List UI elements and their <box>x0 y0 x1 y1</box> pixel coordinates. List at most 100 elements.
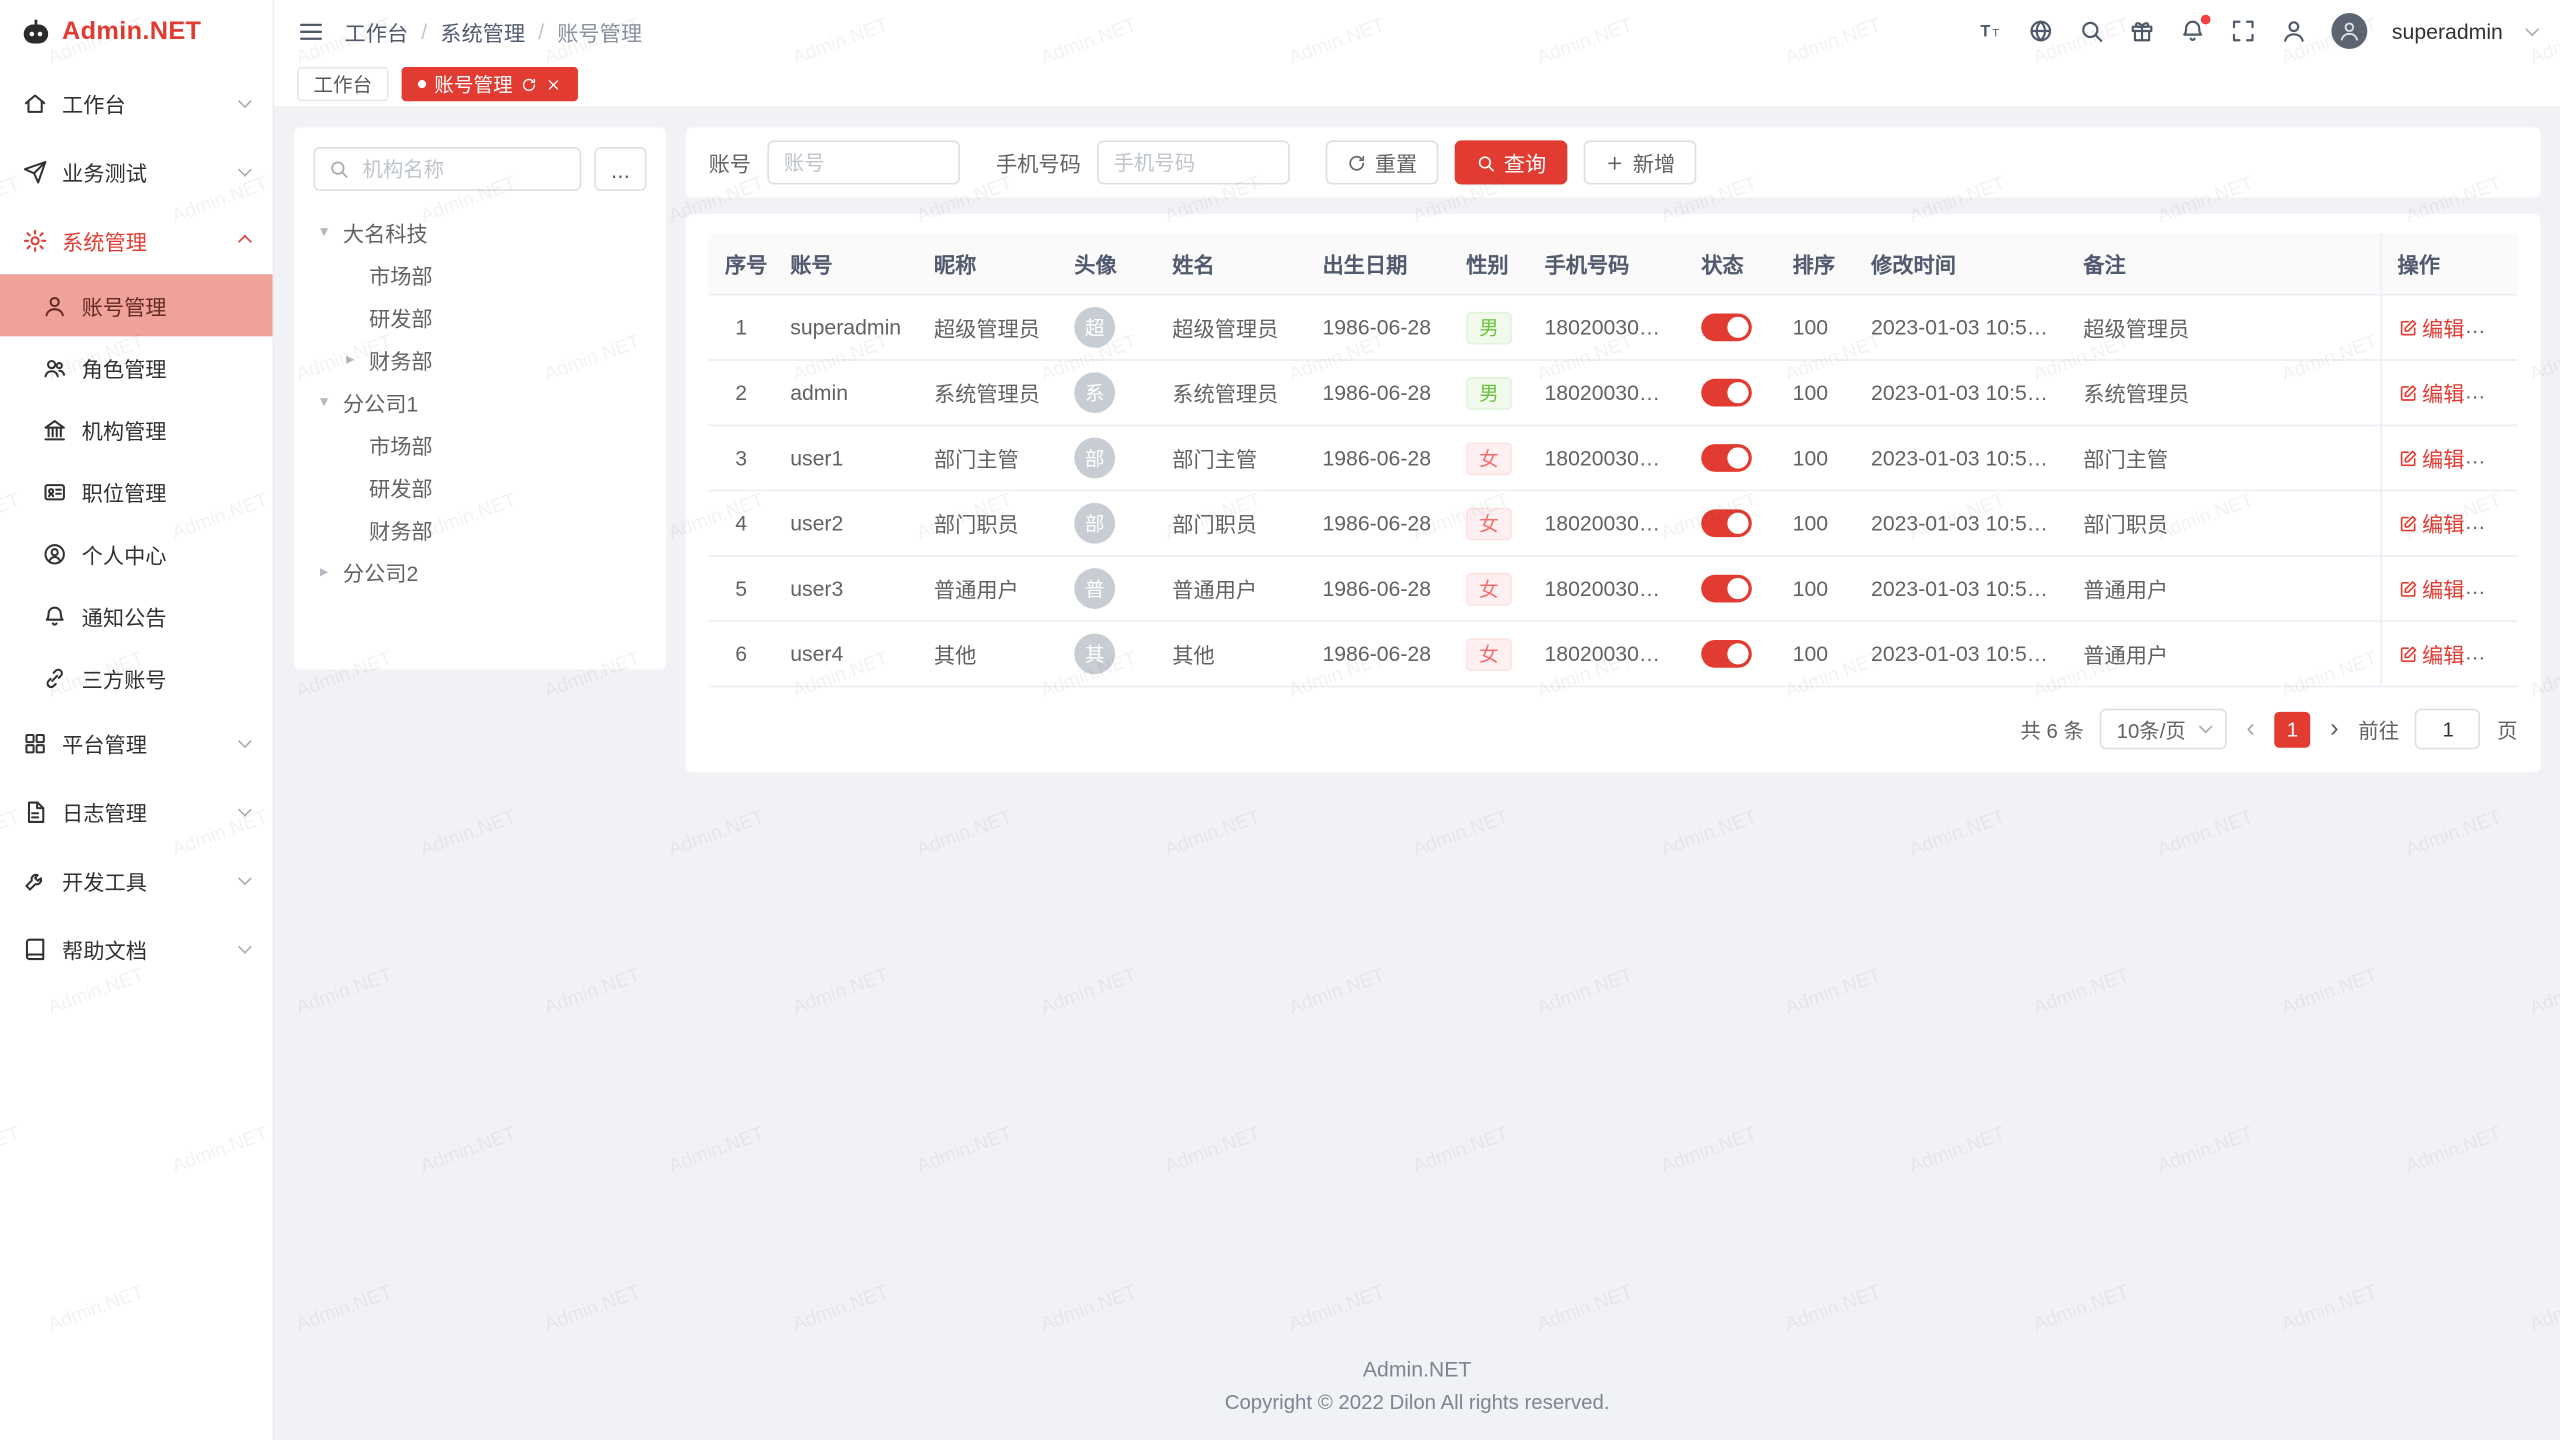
status-toggle[interactable] <box>1701 314 1752 342</box>
sidebar-item-profile[interactable]: 个人中心 <box>0 522 273 584</box>
submenu-system: 账号管理角色管理机构管理职位管理个人中心通知公告三方账号 <box>0 274 273 708</box>
status-toggle[interactable] <box>1701 575 1752 603</box>
cell-index: 4 <box>709 491 774 556</box>
status-toggle[interactable] <box>1701 640 1752 668</box>
edit-button[interactable]: 编辑 <box>2398 638 2465 669</box>
page-size-select[interactable]: 10条/页 <box>2100 709 2226 750</box>
sidebar-item-notice[interactable]: 通知公告 <box>0 584 273 646</box>
status-toggle[interactable] <box>1701 379 1752 407</box>
tree-node-label: 市场部 <box>369 259 433 290</box>
search-icon <box>328 158 349 179</box>
cell-name: 部门主管 <box>1156 425 1306 490</box>
page-number-1[interactable]: 1 <box>2275 711 2311 747</box>
top-header: 工作台/系统管理/账号管理 TT superadmin <box>274 0 2560 62</box>
org-more-button[interactable]: ... <box>594 147 646 191</box>
gender-tag: 男 <box>1466 311 1512 344</box>
tree-node[interactable]: 市场部 <box>313 423 646 465</box>
edit-button[interactable]: 编辑 <box>2398 442 2465 473</box>
phone-input[interactable] <box>1097 140 1290 184</box>
status-toggle[interactable] <box>1701 444 1752 472</box>
status-toggle[interactable] <box>1701 509 1752 537</box>
org-search-input[interactable] <box>359 156 566 182</box>
edit-button[interactable]: 编辑 <box>2398 312 2465 343</box>
org-search-box <box>313 147 581 191</box>
sidebar-item-role[interactable]: 角色管理 <box>0 336 273 398</box>
plus-icon <box>1605 153 1625 173</box>
sidebar-item-log[interactable]: 日志管理 <box>0 777 273 846</box>
font-size-icon[interactable]: TT <box>1977 18 2003 44</box>
user-avatar[interactable] <box>2332 13 2368 49</box>
tree-node[interactable]: 市场部 <box>313 253 646 295</box>
refresh-icon[interactable] <box>521 76 537 92</box>
add-button[interactable]: 新增 <box>1584 140 1697 184</box>
chevron-down-icon[interactable] <box>2525 22 2539 36</box>
caret-down-icon[interactable]: ▾ <box>320 393 343 411</box>
sidebar-item-help[interactable]: 帮助文档 <box>0 914 273 983</box>
cell-gender: 男 <box>1450 360 1528 425</box>
tree-node[interactable]: 研发部 <box>313 296 646 338</box>
caret-right-icon[interactable]: ▸ <box>346 350 369 368</box>
sidebar-item-business-test[interactable]: 业务测试 <box>0 137 273 206</box>
sidebar-item-workbench[interactable]: 工作台 <box>0 69 273 138</box>
tree-node[interactable]: ▾大名科技 <box>313 211 646 253</box>
sidebar-item-platform[interactable]: 平台管理 <box>0 709 273 778</box>
accounts-table: 序号账号昵称头像姓名出生日期性别手机号码状态排序修改时间备注操作 1supera… <box>709 233 2518 687</box>
sidebar-item-devtools[interactable]: 开发工具 <box>0 846 273 915</box>
reset-button[interactable]: 重置 <box>1326 140 1439 184</box>
tree-node[interactable]: ▸财务部 <box>313 338 646 380</box>
cell-avatar: 普 <box>1058 556 1156 621</box>
theme-icon[interactable] <box>2129 18 2155 44</box>
query-button[interactable]: 查询 <box>1455 140 1568 184</box>
bank-icon <box>42 417 66 441</box>
tree-node[interactable]: 财务部 <box>313 508 646 550</box>
cell-status <box>1685 295 1776 360</box>
gear-icon <box>23 228 47 252</box>
user-icon[interactable] <box>2281 18 2307 44</box>
caret-right-icon[interactable]: ▸ <box>320 562 343 580</box>
cell-remark: 普通用户 <box>2067 556 2380 621</box>
tree-node[interactable]: 研发部 <box>313 465 646 507</box>
sidebar-item-account[interactable]: 账号管理 <box>0 274 273 336</box>
notification-bell-icon[interactable] <box>2180 18 2206 44</box>
tab-2[interactable]: 账号管理 <box>402 67 578 101</box>
sidebar-item-third-account[interactable]: 三方账号 <box>0 647 273 709</box>
column-header-13: 操作 <box>2380 233 2517 294</box>
cell-account: user4 <box>774 621 918 686</box>
breadcrumb-item[interactable]: 工作台 <box>344 16 408 47</box>
tree-node-label: 研发部 <box>369 471 433 502</box>
cell-order: 100 <box>1776 295 1854 360</box>
sidebar-item-system[interactable]: 系统管理 <box>0 206 273 275</box>
pagination: 共 6 条 10条/页 ‹ 1 › 前往 页 <box>709 709 2518 750</box>
cell-gender: 女 <box>1450 425 1528 490</box>
edit-button[interactable]: 编辑 <box>2398 377 2465 408</box>
edit-button[interactable]: 编辑 <box>2398 508 2465 539</box>
column-header-12: 备注 <box>2067 233 2380 294</box>
tab-1[interactable]: 工作台 <box>297 67 388 101</box>
app-logo[interactable]: Admin.NET <box>0 0 273 65</box>
page-footer: Admin.NET Copyright © 2022 Dilon All rig… <box>294 1357 2541 1421</box>
cell-actions: 编辑 <box>2380 556 2517 621</box>
account-input[interactable] <box>767 140 960 184</box>
sidebar-item-position[interactable]: 职位管理 <box>0 460 273 522</box>
column-header-3: 昵称 <box>918 233 1058 294</box>
fullscreen-icon[interactable] <box>2230 18 2256 44</box>
tree-node[interactable]: ▾分公司1 <box>313 380 646 422</box>
edit-button[interactable]: 编辑 <box>2398 573 2465 604</box>
table-row: 1superadmin超级管理员超超级管理员1986-06-28男1802003… <box>709 295 2518 360</box>
gender-tag: 男 <box>1466 376 1512 409</box>
goto-page-input[interactable] <box>2415 709 2480 750</box>
search-icon[interactable] <box>2078 18 2104 44</box>
username[interactable]: superadmin <box>2392 19 2503 43</box>
cell-actions: 编辑 <box>2380 491 2517 556</box>
row-avatar: 部 <box>1074 503 1115 544</box>
breadcrumb-item[interactable]: 系统管理 <box>440 16 525 47</box>
prev-page-button[interactable]: ‹ <box>2243 716 2258 742</box>
close-icon[interactable] <box>545 76 561 92</box>
caret-down-icon[interactable]: ▾ <box>320 223 343 241</box>
tree-node[interactable]: ▸分公司2 <box>313 550 646 592</box>
sidebar-item-org[interactable]: 机构管理 <box>0 398 273 460</box>
locale-icon[interactable] <box>2028 18 2054 44</box>
next-page-button[interactable]: › <box>2327 716 2342 742</box>
link-icon <box>42 665 66 689</box>
collapse-menu-icon[interactable] <box>297 17 325 45</box>
